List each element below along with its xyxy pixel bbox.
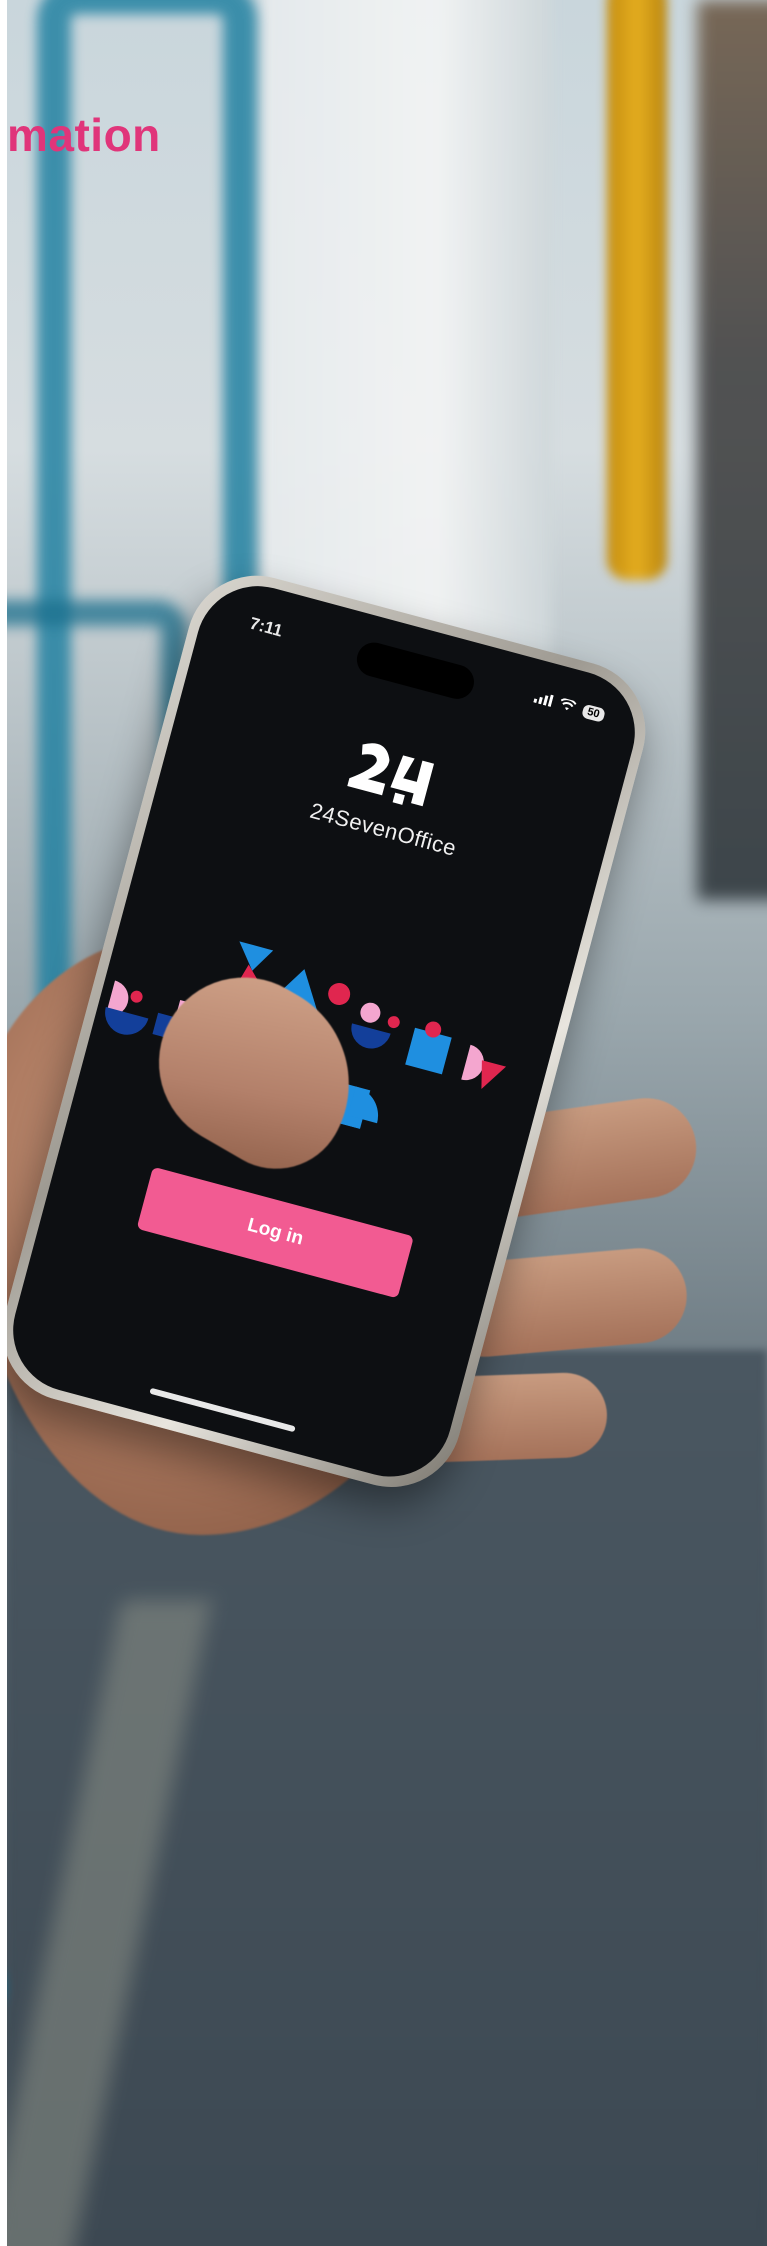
cell-signal-icon	[532, 690, 554, 710]
login-button[interactable]: Log in	[136, 1166, 414, 1299]
wifi-icon	[557, 696, 577, 716]
page-headline: mation	[7, 109, 161, 161]
background-photo: 7:11 50 24SevenOffice Log in	[7, 0, 767, 2246]
status-icons: 50	[532, 690, 606, 724]
status-time: 7:11	[247, 613, 285, 641]
background-interior	[697, 0, 767, 900]
battery-icon: 50	[580, 703, 606, 723]
yellow-handrail	[607, 0, 667, 580]
dynamic-island	[353, 638, 478, 703]
24sevenoffice-logo	[341, 735, 443, 816]
left-margin	[0, 0, 7, 2246]
